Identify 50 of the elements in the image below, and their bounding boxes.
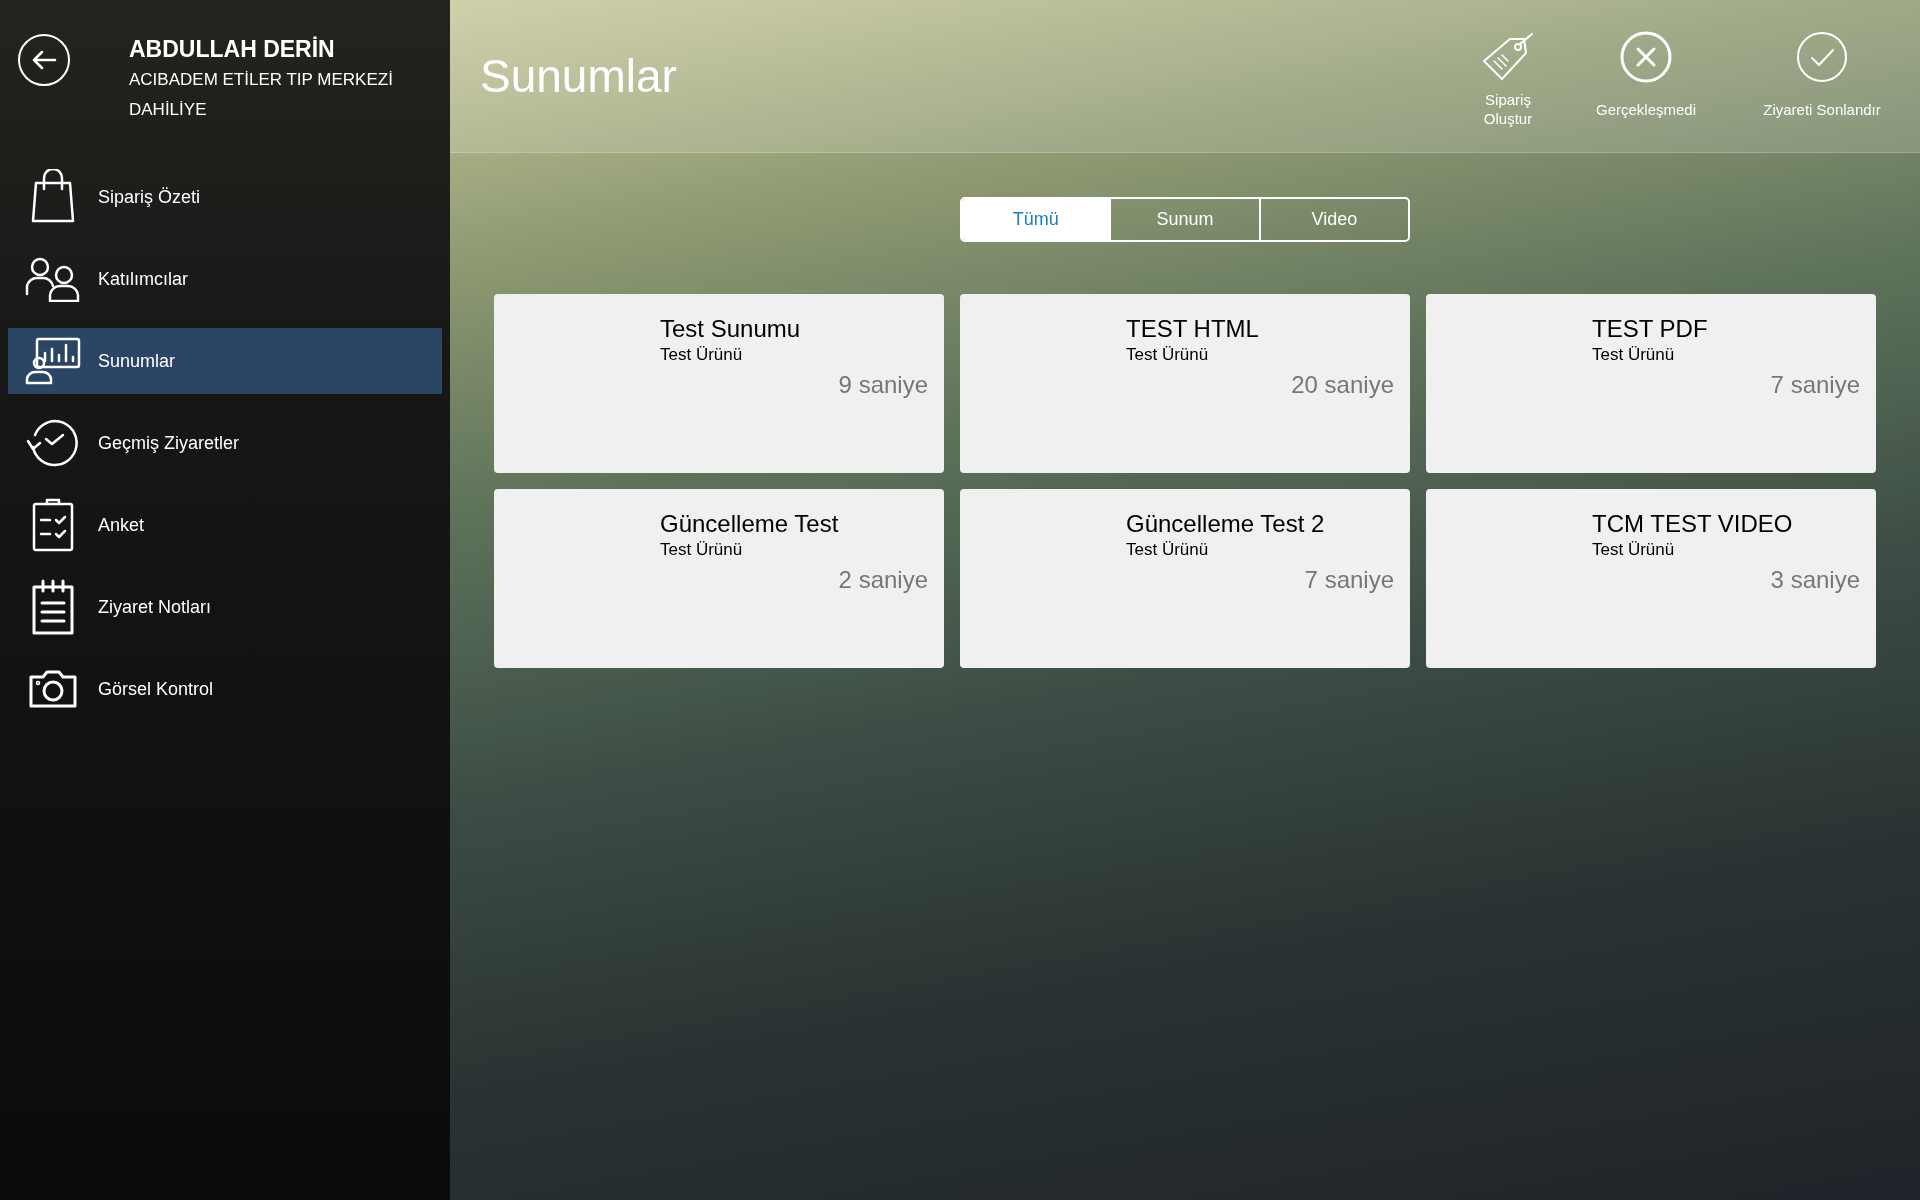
institution-name: ACIBADEM ETİLER TIP MERKEZİ — [129, 69, 393, 91]
presentation-card[interactable]: TEST HTML Test Ürünü 20 saniye — [960, 294, 1410, 473]
duration-text: 2 saniye — [838, 565, 928, 595]
page-title: Sunumlar — [480, 48, 678, 104]
duration-text: 9 saniye — [838, 370, 928, 400]
filter-tab[interactable]: Tümü — [962, 199, 1110, 240]
price-tag-icon — [1480, 31, 1536, 83]
presentation-card[interactable]: TCM TEST VIDEO Test Ürünü 3 saniye — [1426, 489, 1876, 668]
presentation-card[interactable]: Güncelleme Test 2 Test Ürünü 7 saniye — [960, 489, 1410, 668]
presentation-card[interactable]: TEST PDF Test Ürünü 7 saniye — [1426, 294, 1876, 473]
presentation-title: Test Sunumu — [660, 314, 802, 344]
duration-text: 7 saniye — [1770, 370, 1860, 400]
department-name: DAHİLİYE — [129, 99, 208, 121]
presentation-card[interactable]: Güncelleme Test Test Ürünü 2 saniye — [494, 489, 944, 668]
duration-text: 7 saniye — [1304, 565, 1394, 595]
notepad-icon — [31, 579, 75, 635]
product-name: Test Ürünü — [1126, 539, 1210, 561]
presentation-title: Güncelleme Test — [660, 509, 840, 539]
presentation-card[interactable]: Test Sunumu Test Ürünü 9 saniye — [494, 294, 944, 473]
sidebar-menu-item[interactable]: Sipariş Özeti — [8, 164, 442, 230]
back-arrow-icon — [31, 50, 57, 70]
filter-tab[interactable]: Sunum — [1109, 199, 1259, 240]
check-circle-icon — [1795, 30, 1849, 84]
product-name: Test Ürünü — [660, 539, 744, 561]
product-name: Test Ürünü — [660, 344, 744, 366]
sidebar-menu-item[interactable]: Ziyaret Notları — [8, 574, 442, 640]
sidebar-menu-item[interactable]: Sunumlar — [8, 328, 442, 394]
back-button[interactable] — [18, 34, 70, 86]
presentation-title: TCM TEST VIDEO — [1592, 509, 1794, 539]
people-icon — [25, 256, 81, 302]
duration-text: 3 saniye — [1770, 565, 1860, 595]
product-name: Test Ürünü — [1592, 344, 1676, 366]
duration-text: 20 saniye — [1291, 370, 1394, 400]
presentation-title: Güncelleme Test 2 — [1126, 509, 1326, 539]
product-name: Test Ürünü — [1592, 539, 1676, 561]
sidebar-menu-item[interactable]: Anket — [8, 492, 442, 558]
doctor-name: ABDULLAH DERİN — [129, 35, 336, 64]
presenter-chart-icon — [25, 337, 81, 385]
sidebar-menu-item[interactable]: Katılımcılar — [8, 246, 442, 312]
presentation-title: TEST HTML — [1126, 314, 1260, 344]
presentation-title: TEST PDF — [1592, 314, 1709, 344]
sidebar-menu-item[interactable]: Görsel Kontrol — [8, 656, 442, 722]
filter-tab[interactable]: Video — [1258, 199, 1408, 240]
close-circle-icon — [1619, 30, 1673, 84]
clock-history-icon — [25, 417, 81, 469]
product-name: Test Ürünü — [1126, 344, 1210, 366]
shopping-bag-icon — [30, 169, 76, 225]
camera-icon — [28, 669, 78, 709]
checklist-clipboard-icon — [31, 498, 75, 552]
sidebar-menu-item[interactable]: Geçmiş Ziyaretler — [8, 410, 442, 476]
